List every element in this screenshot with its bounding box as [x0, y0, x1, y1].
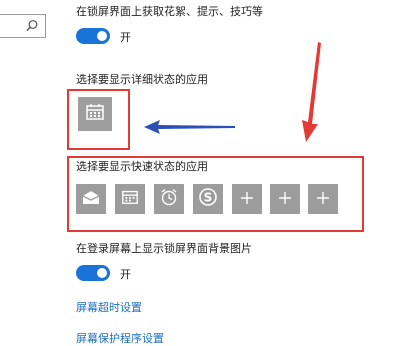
calendar-icon: [85, 102, 105, 126]
fun-facts-toggle[interactable]: [76, 28, 110, 44]
quick-status-tile-add-3[interactable]: [308, 184, 338, 214]
quick-status-label: 选择要显示快速状态的应用: [76, 160, 208, 173]
fun-facts-label: 在锁屏界面上获取花絮、提示、技巧等: [76, 5, 263, 18]
background-on-signin-toggle-label: 开: [120, 268, 131, 281]
plus-icon: [240, 190, 254, 209]
toggle-knob: [97, 268, 107, 278]
alarm-icon: [160, 188, 178, 210]
fun-facts-toggle-label: 开: [120, 31, 131, 44]
annotation-red-arrow: [302, 42, 321, 142]
quick-status-tile-mail[interactable]: [76, 184, 106, 214]
mail-icon: [82, 189, 100, 209]
detailed-status-app-tile[interactable]: [78, 97, 112, 131]
svg-text:S: S: [204, 191, 213, 205]
detailed-status-label: 选择要显示详细状态的应用: [76, 73, 208, 86]
screen-timeout-link[interactable]: 屏幕超时设置: [76, 299, 142, 315]
quick-status-tile-skype[interactable]: S: [193, 184, 223, 214]
background-on-signin-toggle[interactable]: [76, 265, 110, 281]
plus-icon: [316, 190, 330, 209]
quick-status-tile-calendar[interactable]: [115, 184, 145, 214]
quick-status-tile-add-2[interactable]: [270, 184, 300, 214]
search-icon: [25, 18, 39, 37]
quick-status-tile-add-1[interactable]: [232, 184, 262, 214]
search-box[interactable]: [0, 14, 46, 38]
quick-status-tile-alarm[interactable]: [154, 184, 184, 214]
skype-icon: S: [198, 187, 218, 211]
calendar-icon: [121, 188, 139, 210]
background-on-signin-label: 在登录屏幕上显示锁屏界面背景图片: [76, 242, 252, 255]
toggle-knob: [97, 31, 107, 41]
annotation-blue-arrow: [144, 120, 235, 134]
screensaver-link[interactable]: 屏幕保护程序设置: [76, 330, 164, 346]
plus-icon: [278, 190, 292, 209]
